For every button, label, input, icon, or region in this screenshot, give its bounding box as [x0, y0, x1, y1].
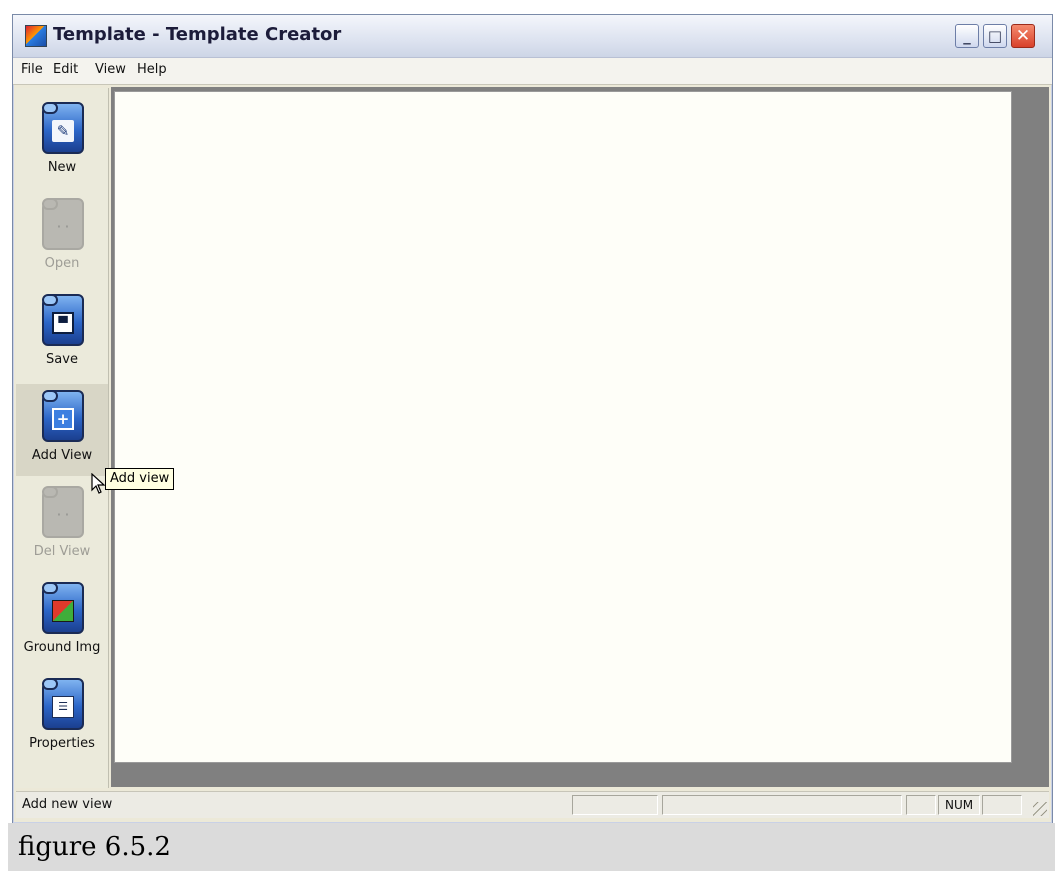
save-icon: ▀: [42, 294, 84, 346]
figure-caption: figure 6.5.2: [18, 832, 171, 862]
add-view-tooltip: Add view: [105, 468, 175, 490]
menu-view[interactable]: View: [95, 62, 126, 77]
add-view-icon: +: [42, 390, 84, 442]
title-bar[interactable]: Template - Template Creator _ □ ✕: [13, 15, 1052, 58]
screenshot-frame: Template - Template Creator _ □ ✕ File E…: [0, 0, 1055, 871]
add-view-button[interactable]: + Add View: [16, 384, 108, 476]
app-window: Template - Template Creator _ □ ✕ File E…: [12, 14, 1053, 824]
status-message: Add new view: [22, 797, 113, 812]
new-icon: ✎: [42, 102, 84, 154]
del-view-label: Del View: [33, 544, 91, 559]
side-toolbar: ✎ New · · Open ▀ Save + Add View · · Del…: [16, 88, 109, 788]
properties-label: Properties: [29, 736, 95, 751]
status-bar: Add new view NUM: [16, 791, 1049, 818]
properties-icon: ☰: [42, 678, 84, 730]
maximize-button[interactable]: □: [983, 24, 1007, 48]
status-pane-3: [906, 795, 936, 815]
open-button[interactable]: · · Open: [16, 192, 108, 284]
save-label: Save: [46, 352, 78, 367]
num-lock-indicator: NUM: [938, 795, 980, 815]
menu-edit[interactable]: Edit: [53, 62, 78, 77]
template-canvas[interactable]: [114, 91, 1012, 763]
minimize-icon: _: [963, 27, 971, 45]
ground-img-button[interactable]: Ground Img: [16, 576, 108, 668]
save-button[interactable]: ▀ Save: [16, 288, 108, 380]
status-pane-1: [572, 795, 658, 815]
open-icon: · ·: [42, 198, 84, 250]
ground-img-label: Ground Img: [23, 640, 101, 655]
open-label: Open: [44, 256, 80, 271]
new-label: New: [47, 160, 77, 175]
resize-grip-icon[interactable]: [1033, 802, 1047, 816]
status-pane-2: [662, 795, 902, 815]
ground-img-icon: [42, 582, 84, 634]
del-view-icon: · ·: [42, 486, 84, 538]
menu-bar: File Edit View Help: [13, 58, 1052, 85]
menu-file[interactable]: File: [21, 62, 43, 77]
properties-button[interactable]: ☰ Properties: [16, 672, 108, 764]
status-pane-5: [982, 795, 1022, 815]
maximize-icon: □: [987, 27, 1003, 45]
workspace: [111, 87, 1049, 787]
close-button[interactable]: ✕: [1011, 24, 1035, 48]
close-icon: ✕: [1015, 26, 1031, 46]
app-icon: [25, 25, 47, 47]
new-button[interactable]: ✎ New: [16, 96, 108, 188]
figure-caption-bar: figure 6.5.2: [8, 823, 1055, 871]
minimize-button[interactable]: _: [955, 24, 979, 48]
add-view-label: Add View: [31, 448, 93, 463]
window-title: Template - Template Creator: [53, 24, 342, 45]
menu-help[interactable]: Help: [137, 62, 167, 77]
